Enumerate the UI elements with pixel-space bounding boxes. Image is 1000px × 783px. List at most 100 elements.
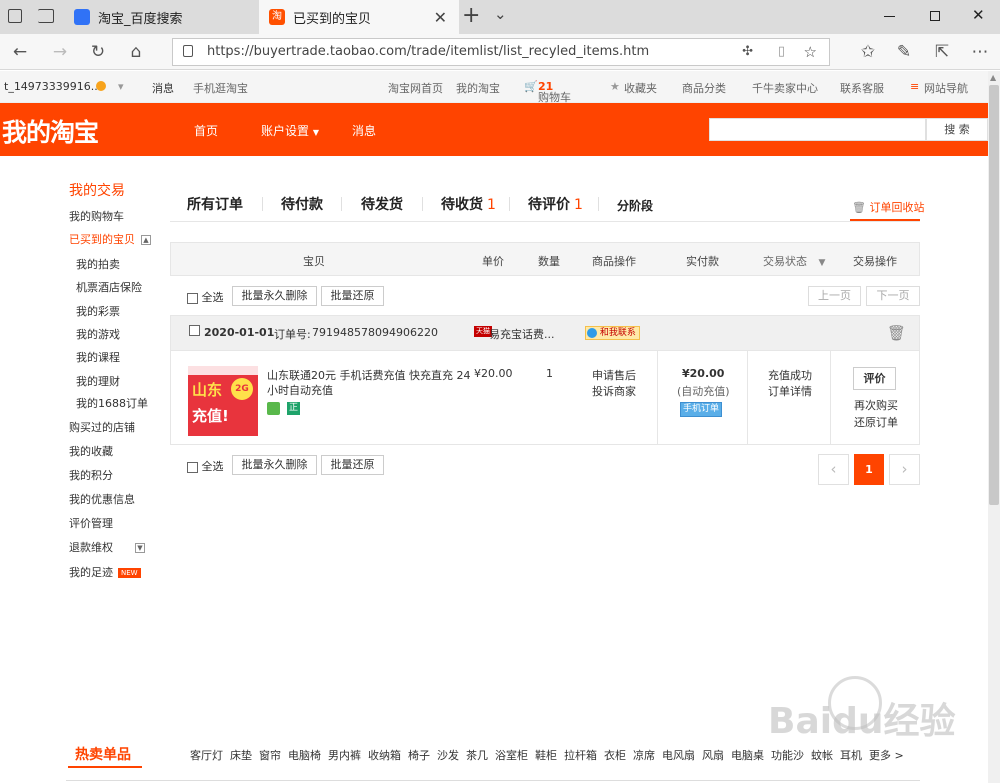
- hot-item-link[interactable]: 拉杆箱: [564, 749, 597, 762]
- hot-item-link[interactable]: 衣柜: [604, 749, 626, 762]
- checkbox[interactable]: [187, 461, 198, 473]
- nav-messages[interactable]: 消息: [352, 122, 376, 139]
- pager-next-button[interactable]: ›: [889, 454, 920, 485]
- nav-account-settings[interactable]: 账户设置 ▼: [261, 122, 319, 139]
- hot-item-link[interactable]: 蚊帐: [811, 749, 833, 762]
- maximize-icon[interactable]: [930, 11, 940, 21]
- hot-more-link[interactable]: 更多 >: [869, 749, 904, 762]
- share-icon[interactable]: ⇱: [930, 40, 954, 64]
- hot-item-link[interactable]: 电脑椅: [288, 749, 321, 762]
- sitemap-link[interactable]: 网站导航: [924, 80, 968, 96]
- sidebar-item-courses[interactable]: 我的课程: [76, 349, 120, 365]
- more-dots-icon[interactable]: ⋯: [968, 40, 992, 64]
- home-icon[interactable]: ⌂: [124, 40, 148, 64]
- username-link[interactable]: t_14973339916...: [4, 80, 101, 93]
- reading-view-icon[interactable]: ▯: [778, 39, 785, 65]
- tab-to-pay[interactable]: 待付款: [281, 194, 323, 214]
- col-status-filter[interactable]: 交易状态 ▼: [763, 253, 825, 269]
- checkbox[interactable]: [187, 292, 198, 304]
- close-tab-icon[interactable]: ✕: [434, 8, 447, 27]
- prev-page-button[interactable]: 上一页: [808, 286, 861, 306]
- tab-bought-items[interactable]: 淘 已买到的宝贝 ✕: [259, 0, 459, 34]
- expand-icon[interactable]: ▼: [135, 543, 145, 553]
- order-checkbox[interactable]: [189, 325, 200, 336]
- bulk-delete-button-bottom[interactable]: 批量永久删除: [232, 455, 317, 475]
- sidebar-item-favorites[interactable]: 我的收藏: [69, 443, 113, 459]
- hot-item-link[interactable]: 沙发: [437, 749, 459, 762]
- my-taobao-link[interactable]: 我的淘宝: [456, 80, 500, 96]
- new-tab-button[interactable]: +: [462, 3, 480, 28]
- hot-item-link[interactable]: 风扇: [702, 749, 724, 762]
- search-button[interactable]: 搜 索: [926, 118, 988, 141]
- sidebar-item-travel[interactable]: 机票酒店保险: [76, 279, 142, 295]
- service-link[interactable]: 联系客服: [840, 80, 884, 96]
- shop-link[interactable]: 易充宝话费...: [489, 326, 555, 342]
- sidebar-item-refunds[interactable]: 退款维权 ▼: [69, 539, 145, 555]
- sidebar-item-bought[interactable]: 已买到的宝贝 ▲: [69, 231, 151, 247]
- hot-item-link[interactable]: 窗帘: [259, 749, 281, 762]
- hot-item-link[interactable]: 功能沙: [771, 749, 804, 762]
- set-aside-tabs-icon[interactable]: [38, 9, 54, 23]
- web-note-pen-icon[interactable]: ✎: [892, 40, 916, 64]
- sidebar-item-coupons[interactable]: 我的优惠信息: [69, 491, 135, 507]
- tab-all-orders[interactable]: 所有订单: [187, 194, 243, 214]
- hot-item-link[interactable]: 茶几: [466, 749, 488, 762]
- hot-item-link[interactable]: 收纳箱: [368, 749, 401, 762]
- pager-current-page[interactable]: 1: [854, 454, 884, 485]
- hot-item-link[interactable]: 凉席: [633, 749, 655, 762]
- sidebar-item-games[interactable]: 我的游戏: [76, 326, 120, 342]
- favorites-list-icon[interactable]: ✩: [856, 40, 880, 64]
- scroll-up-arrow-icon[interactable]: ▲: [990, 73, 996, 82]
- bulk-restore-button[interactable]: 批量还原: [321, 286, 384, 306]
- cart-link[interactable]: 购物车 21: [538, 80, 571, 104]
- order-detail-link[interactable]: 订单详情: [768, 383, 812, 399]
- hot-item-link[interactable]: 耳机: [840, 749, 862, 762]
- select-all-bottom[interactable]: 全选: [187, 458, 224, 474]
- select-all-top[interactable]: 全选: [187, 289, 224, 305]
- pager-prev-button[interactable]: ‹: [818, 454, 849, 485]
- favorite-star-icon[interactable]: ☆: [804, 39, 817, 65]
- refresh-icon[interactable]: ↻: [86, 40, 110, 64]
- restore-order-link[interactable]: 还原订单: [854, 414, 898, 430]
- hot-item-link[interactable]: 电脑桌: [731, 749, 764, 762]
- page-scrollbar[interactable]: ▲: [988, 71, 1000, 783]
- sidebar-item-shops[interactable]: 购买过的店铺: [69, 419, 135, 435]
- rebuy-link[interactable]: 再次购买: [854, 397, 898, 413]
- product-title-line1[interactable]: 山东联通20元 手机话费充值 快充直充 24: [267, 367, 470, 383]
- mobile-link[interactable]: 手机逛淘宝: [193, 80, 248, 96]
- taobao-home-link[interactable]: 淘宝网首页: [388, 80, 443, 96]
- sidebar-item-1688[interactable]: 我的1688订单: [76, 395, 148, 411]
- back-arrow-icon[interactable]: ←: [8, 40, 32, 64]
- recycle-bin-link[interactable]: 🗑 订单回收站: [852, 199, 924, 215]
- forward-arrow-icon[interactable]: →: [48, 40, 72, 64]
- tab-to-receive[interactable]: 待收货 1: [441, 194, 496, 214]
- hot-item-link[interactable]: 浴室柜: [495, 749, 528, 762]
- favorites-link[interactable]: 收藏夹: [624, 80, 657, 96]
- tab-installments[interactable]: 分阶段: [617, 197, 653, 214]
- bulk-delete-button[interactable]: 批量永久删除: [232, 286, 317, 306]
- sidebar-item-points[interactable]: 我的积分: [69, 467, 113, 483]
- next-page-button[interactable]: 下一页: [866, 286, 920, 306]
- sidebar-item-auction[interactable]: 我的拍卖: [76, 256, 120, 272]
- hot-item-link[interactable]: 椅子: [408, 749, 430, 762]
- hot-item-link[interactable]: 客厅灯: [190, 749, 223, 762]
- hot-item-link[interactable]: 鞋柜: [535, 749, 557, 762]
- bulk-restore-button-bottom[interactable]: 批量还原: [321, 455, 384, 475]
- collapse-icon[interactable]: ▲: [141, 235, 151, 245]
- dropdown-caret-icon[interactable]: ▾: [118, 80, 124, 93]
- delete-order-trash-icon[interactable]: 🗑: [887, 324, 906, 342]
- url-input[interactable]: https://buyertrade.taobao.com/trade/item…: [172, 38, 830, 66]
- hot-item-link[interactable]: 电风扇: [662, 749, 695, 762]
- tab-to-ship[interactable]: 待发货: [361, 194, 403, 214]
- tab-baidu[interactable]: 淘宝_百度搜索: [64, 0, 258, 34]
- my-taobao-logo[interactable]: 我的淘宝: [2, 113, 99, 149]
- sidebar-item-finance[interactable]: 我的理财: [76, 373, 120, 389]
- tab-to-review[interactable]: 待评价 1: [528, 194, 583, 214]
- sidebar-item-cart[interactable]: 我的购物车: [69, 208, 124, 224]
- contact-seller-button[interactable]: 和我联系: [585, 326, 640, 340]
- product-thumbnail[interactable]: 山东 2G 充值!: [188, 366, 258, 436]
- seller-center-link[interactable]: 千牛卖家中心: [752, 80, 818, 96]
- review-button[interactable]: 评价: [853, 367, 896, 390]
- nav-home[interactable]: 首页: [194, 122, 218, 139]
- close-window-icon[interactable]: ✕: [972, 6, 985, 24]
